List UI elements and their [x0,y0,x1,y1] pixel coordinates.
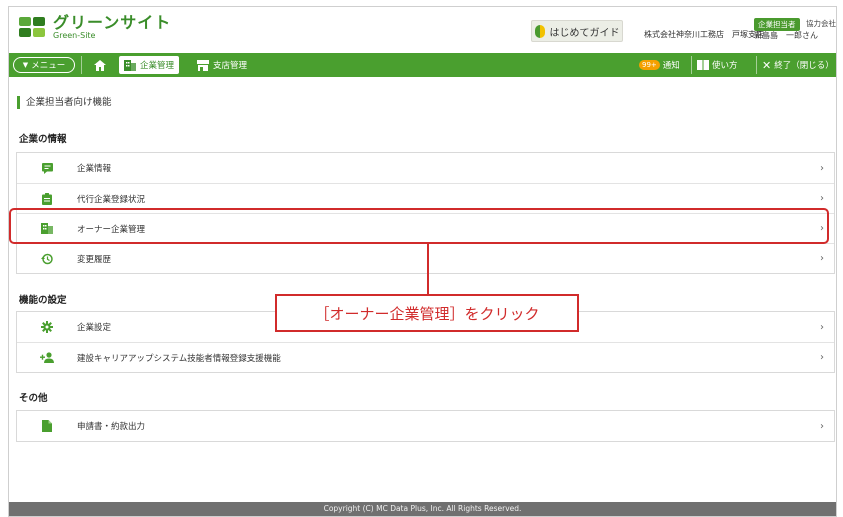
chevron-right-icon: › [820,420,824,432]
notification-button[interactable]: 99+ 通知 [639,53,680,77]
message-icon [41,162,53,174]
list-item-company-info[interactable]: 企業情報 › [17,153,834,183]
beginner-mark-icon [534,24,545,38]
footer-copyright: Copyright (C) MC Data Plus, Inc. All Rig… [9,502,836,516]
list-item-label: 企業情報 [77,164,112,174]
logo-title: グリーンサイト [53,13,172,32]
menu-button[interactable]: ▼ メニュー [13,57,75,73]
gear-icon [41,321,53,333]
navbar: ▼ メニュー 企業管理 支店管理 99+ 通知 使い方 ✕ 終了（閉じる） [9,53,836,77]
page-title: 企業担当者向け機能 [17,96,112,109]
callout-connector [427,244,429,295]
list-item-label: 変更履歴 [77,254,112,265]
chevron-right-icon: › [820,193,824,204]
callout-instruction: ［オーナー企業管理］をクリック [275,294,579,332]
document-icon [42,420,52,432]
notification-label: 通知 [662,61,680,71]
clipboard-icon [42,192,52,205]
app-window: グリーンサイト Green-Site はじめてガイド 株式会社神奈川工務店 戸塚… [8,6,837,517]
list-item-label: 建設キャリアアップシステム技能者情報登録支援機能 [77,353,281,364]
list-item-label: 申請書・約款出力 [77,422,146,432]
notification-count-badge: 99+ [639,60,660,70]
list-item-label: 代行企業登録状況 [77,194,146,205]
tab-branch-management-label: 支店管理 [213,61,248,71]
tab-company-management-label: 企業管理 [140,61,175,71]
highlight-box [9,208,829,244]
chevron-right-icon: › [820,321,824,333]
help-label: 使い方 [712,61,738,71]
history-icon [41,253,53,264]
section-heading-function-settings: 機能の設定 [19,295,67,306]
help-button[interactable]: 使い方 [697,53,738,77]
logo[interactable]: グリーンサイト Green-Site [19,15,171,40]
home-icon [94,59,106,71]
home-button[interactable] [87,53,113,77]
exit-label: 終了（閉じる） [774,61,834,71]
menu-button-label: メニュー [31,61,66,71]
list-item-application-output[interactable]: 申請書・約款出力 › [17,411,834,441]
store-icon [197,59,209,71]
close-icon: ✕ [762,58,772,72]
user-name[interactable]: 新島島 一郎さん [754,30,818,41]
chevron-right-icon: › [820,352,824,363]
guide-button-label: はじめてガイド [549,27,620,39]
add-person-icon [40,352,54,363]
section-heading-other: その他 [19,393,48,404]
beginner-guide-button[interactable]: はじめてガイド [531,20,623,42]
building-icon [124,59,136,71]
logo-mark-icon [19,16,47,39]
chevron-right-icon: › [820,253,824,264]
section-heading-company-info: 企業の情報 [19,134,67,145]
other-list: 申請書・約款出力 › [16,410,835,442]
chevron-right-icon: › [820,162,824,174]
exit-button[interactable]: ✕ 終了（閉じる） [762,53,834,77]
book-icon [697,60,709,70]
chevron-down-icon: ▼ [22,61,29,69]
list-item-change-history[interactable]: 変更履歴 › [17,243,834,273]
list-item-ccus-registration-support[interactable]: 建設キャリアアップシステム技能者情報登録支援機能 › [17,342,834,372]
partner-label: 協力会社 [806,19,836,28]
company-name: 株式会社神奈川工務店 戸塚支店 [644,30,764,39]
tab-company-management[interactable]: 企業管理 [119,56,180,74]
tab-branch-management[interactable]: 支店管理 [192,53,252,77]
logo-subtitle: Green-Site [53,31,96,40]
header: グリーンサイト Green-Site はじめてガイド 株式会社神奈川工務店 戸塚… [9,7,836,53]
